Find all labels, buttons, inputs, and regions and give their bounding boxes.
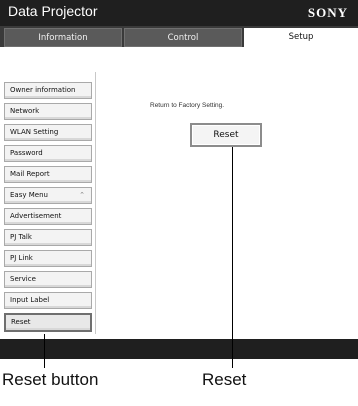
sidebar-item-mail-report[interactable]: Mail Report [4,166,92,183]
reset-button[interactable]: Reset [190,123,262,147]
sidebar-item-label: Easy Menu [10,191,48,199]
app-title: Data Projector [8,3,98,19]
sidebar-item-network[interactable]: Network [4,103,92,120]
callout-label-reset-button: Reset button [2,370,99,389]
tab-control[interactable]: Control [124,28,242,47]
footer-bar [0,339,358,359]
sidebar-item-advertisement[interactable]: Advertisement [4,208,92,225]
reset-message: Return to Factory Setting. [150,102,225,109]
sidebar-item-reset[interactable]: Reset [4,313,92,332]
sidebar-item-password[interactable]: Password [4,145,92,162]
sidebar-item-input-label[interactable]: Input Label [4,292,92,309]
tab-setup[interactable]: Setup [244,28,358,47]
brand-logo: SONY [307,5,348,20]
callout-line-reset-button [44,334,45,368]
sidebar-item-pj-link[interactable]: PJ Link [4,250,92,267]
sidebar: Owner information Network WLAN Setting P… [0,72,96,334]
sidebar-item-easy-menu[interactable]: Easy Menu ⌃ [4,187,92,204]
sidebar-item-service[interactable]: Service [4,271,92,288]
callout-label-reset: Reset [202,370,247,389]
callout-line-reset [232,147,233,368]
tab-information[interactable]: Information [4,28,122,47]
title-bar: Data Projector SONY [0,0,358,26]
chevron-up-icon: ⌃ [79,191,85,199]
sidebar-item-wlan-setting[interactable]: WLAN Setting [4,124,92,141]
tab-bar: Information Control Setup [0,26,358,47]
sidebar-item-owner-information[interactable]: Owner information [4,82,92,99]
sidebar-item-pj-talk[interactable]: PJ Talk [4,229,92,246]
